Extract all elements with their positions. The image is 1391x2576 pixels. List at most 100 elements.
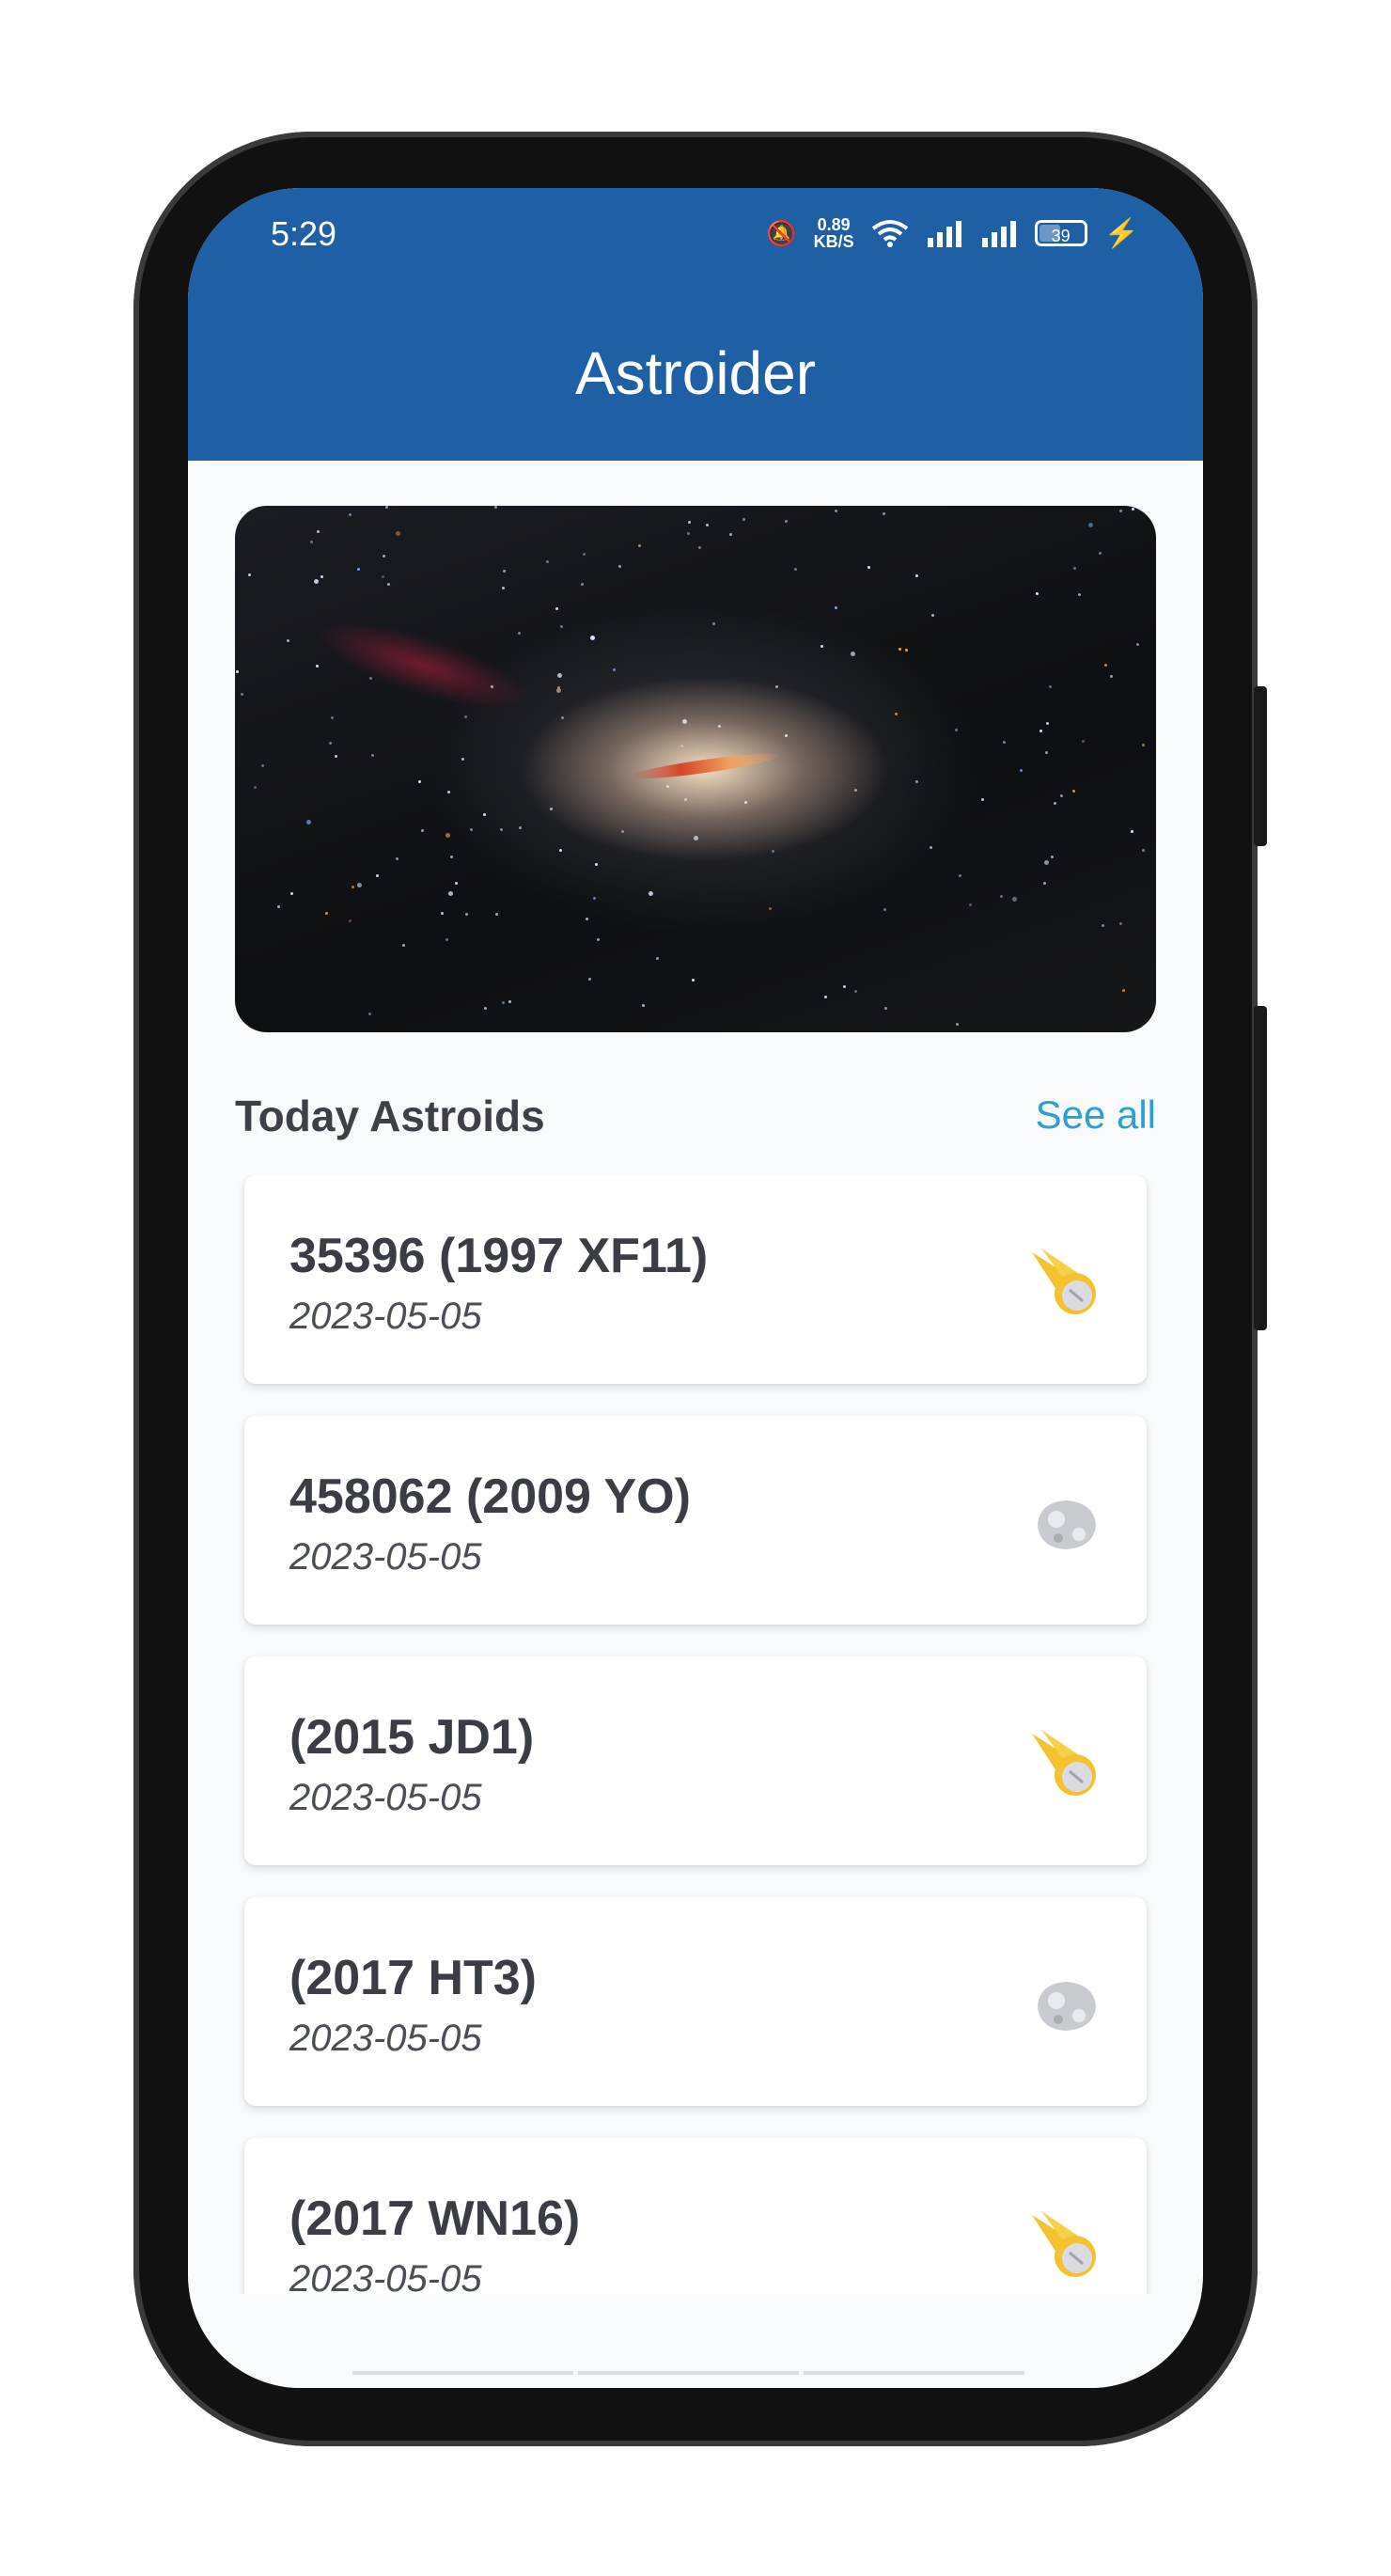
star-dot (883, 908, 886, 911)
star-dot (959, 874, 961, 877)
asteroid-card[interactable]: (2015 JD1) 2023-05-05 (244, 1657, 1147, 1865)
star-dot (1131, 830, 1133, 833)
star-dot (1020, 769, 1023, 772)
network-speed: 0.89 KB/S (814, 216, 854, 250)
star-dot (448, 891, 453, 896)
star-dot (519, 826, 522, 829)
star-dot (248, 573, 251, 576)
star-dot (1110, 675, 1113, 678)
star-dot (835, 606, 837, 609)
star-dot (508, 1000, 511, 1003)
star-dot (1046, 722, 1049, 725)
star-dot (1049, 685, 1052, 688)
star-dot (447, 791, 450, 793)
star-dot (494, 506, 497, 509)
star-dot (1102, 924, 1104, 927)
star-dot (851, 652, 855, 656)
star-dot (310, 541, 313, 543)
star-dot (349, 513, 352, 516)
star-dot (349, 919, 352, 922)
star-dot (352, 886, 354, 888)
star-dot (649, 891, 653, 896)
app-bar: 5:29 🔕 0.89 KB/S 39 ⚡ Astroider (188, 188, 1203, 461)
star-dot (382, 575, 384, 578)
see-all-link[interactable]: See all (1036, 1092, 1156, 1138)
star-dot (1104, 664, 1107, 667)
star-dot (502, 587, 505, 589)
star-dot (357, 883, 362, 887)
star-dot (557, 673, 562, 678)
star-dot (706, 524, 709, 526)
star-dot (1099, 552, 1102, 555)
star-dot (441, 912, 444, 915)
star-dot (483, 813, 486, 816)
star-dot (1149, 512, 1152, 515)
star-dot (742, 518, 745, 521)
star-dot (470, 828, 473, 831)
volume-button (1254, 686, 1267, 846)
asteroid-date: 2023-05-05 (289, 1296, 482, 1337)
asteroid-date: 2023-05-05 (289, 2018, 482, 2059)
star-dot (383, 555, 385, 558)
asteroid-card[interactable]: (2017 WN16) 2023-05-05 (244, 2138, 1147, 2294)
status-bar: 5:29 🔕 0.89 KB/S 39 ⚡ (188, 188, 1203, 282)
star-dot (500, 828, 503, 831)
star-dot (261, 764, 264, 767)
asteroid-card[interactable]: 458062 (2009 YO) 2023-05-05 (244, 1416, 1147, 1625)
star-dot (744, 801, 747, 804)
star-dot (559, 849, 562, 852)
star-dot (502, 1001, 505, 1004)
star-dot (955, 729, 958, 731)
star-dot (905, 649, 908, 652)
star-dot (396, 857, 399, 860)
star-dot (854, 990, 857, 993)
asteroid-card[interactable]: (2017 HT3) 2023-05-05 (244, 1897, 1147, 2106)
star-dot (931, 614, 934, 617)
nav-tab-indicator[interactable] (352, 2371, 573, 2375)
star-dot (1142, 744, 1145, 746)
star-dot (593, 897, 596, 900)
star-dot (824, 996, 827, 998)
star-dot (581, 583, 584, 586)
star-dot (883, 512, 885, 515)
star-dot (1044, 860, 1049, 865)
star-dot (1119, 922, 1122, 925)
star-dot (503, 570, 506, 573)
star-dot (396, 531, 400, 536)
star-dot (368, 1013, 371, 1015)
star-dot (331, 716, 334, 719)
nav-tab-indicator[interactable] (578, 2371, 799, 2375)
star-dot (680, 745, 683, 747)
star-dot (236, 670, 239, 673)
asteroid-list[interactable]: 35396 (1997 XF11) 2023-05-05 458062 (200… (188, 1175, 1203, 2294)
star-dot (418, 780, 421, 783)
star-dot (956, 1023, 959, 1026)
star-dot (586, 918, 588, 920)
star-dot (1142, 849, 1145, 852)
star-dot (445, 938, 448, 941)
star-dot (465, 913, 468, 916)
galaxy-image[interactable] (235, 506, 1156, 1032)
power-button (1254, 1006, 1267, 1330)
meteor-icon (1032, 2211, 1096, 2277)
asteroid-name: (2017 HT3) (289, 1951, 537, 2005)
asteroid-card[interactable]: 35396 (1997 XF11) 2023-05-05 (244, 1175, 1147, 1384)
star-dot (491, 685, 493, 688)
star-dot (518, 632, 521, 635)
star-dot (325, 912, 328, 915)
nav-tab-indicator[interactable] (804, 2371, 1024, 2375)
star-dot (1078, 593, 1081, 596)
status-time: 5:29 (271, 214, 337, 253)
mute-vibrate-icon: 🔕 (766, 218, 797, 247)
star-dot (590, 636, 595, 640)
star-dot (915, 780, 918, 783)
star-dot (277, 905, 280, 908)
asteroid-icon (1038, 1982, 1096, 2031)
wifi-icon (871, 220, 908, 247)
star-dot (1073, 567, 1076, 570)
star-dot (843, 985, 846, 988)
star-dot (867, 566, 870, 569)
star-dot (682, 719, 687, 724)
star-dot (821, 645, 823, 648)
signal-icon-2 (981, 221, 1016, 247)
